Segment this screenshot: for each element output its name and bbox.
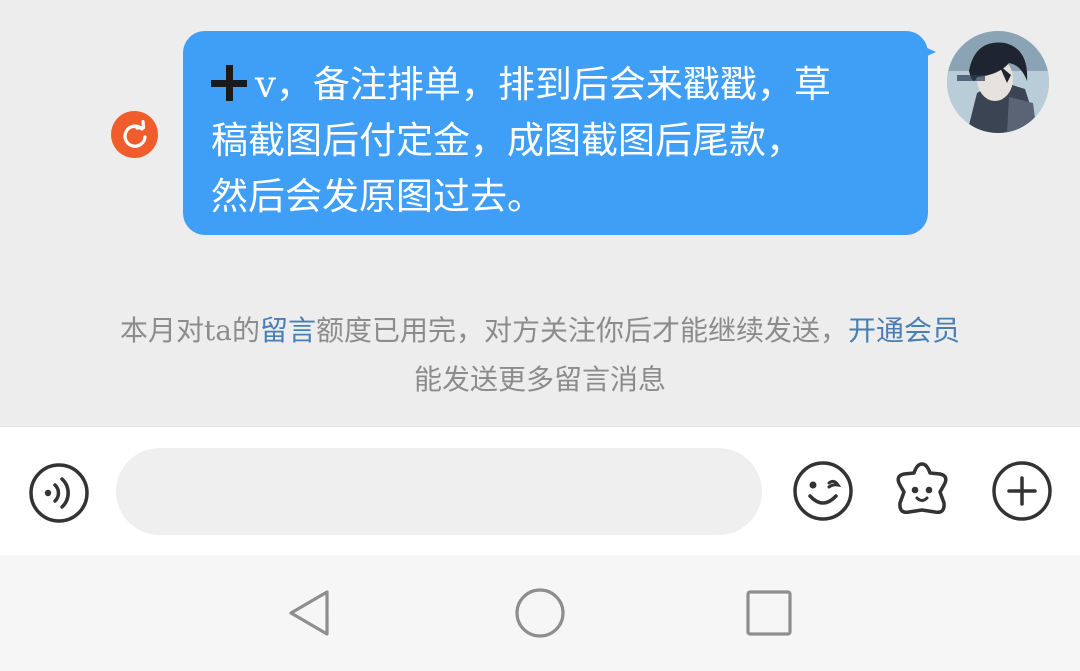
message-line-3: 然后会发原图过去。 <box>211 175 544 218</box>
more-button[interactable] <box>991 460 1053 522</box>
notice-text-3: 能发送更多留言消息 <box>413 363 666 396</box>
message-input[interactable] <box>116 448 762 535</box>
message-bubble[interactable]: v，备注排单，排到后会来戳戳，草 稿截图后付定金，成图截图后尾款， 然后会发原图… <box>183 31 928 235</box>
nav-home-button[interactable] <box>514 587 566 639</box>
home-circle-icon <box>515 588 565 638</box>
quota-notice: 本月对ta的留言额度已用完，对方关注你后才能继续发送，开通会员能发送更多留言消息 <box>110 306 970 404</box>
message-line-2: 稿截图后付定金，成图截图后尾款， <box>211 119 803 162</box>
nav-recent-button[interactable] <box>745 589 793 637</box>
voice-button[interactable] <box>28 462 90 524</box>
bubble-tail <box>914 42 936 62</box>
message-line-1: v，备注排单，排到后会来戳戳，草 <box>211 57 908 113</box>
emoji-button[interactable] <box>792 460 854 522</box>
voice-icon <box>29 463 89 523</box>
vip-link[interactable]: 开通会员 <box>848 314 960 347</box>
emoji-icon <box>793 461 853 521</box>
plus-emoji-icon <box>211 65 247 101</box>
notice-text-1: 本月对ta的 <box>120 314 260 347</box>
refresh-icon <box>122 119 147 148</box>
message-link[interactable]: 留言 <box>260 314 316 347</box>
nav-back-button[interactable] <box>285 587 335 639</box>
notice-text-2: 额度已用完，对方关注你后才能继续发送， <box>315 314 848 347</box>
message-text-1: v，备注排单，排到后会来戳戳，草 <box>255 63 831 106</box>
sticker-button[interactable] <box>889 458 955 524</box>
plus-icon <box>992 461 1052 521</box>
resend-button[interactable] <box>111 111 158 158</box>
back-triangle-icon <box>289 590 329 636</box>
sticker-icon <box>896 462 948 515</box>
avatar[interactable] <box>947 31 1049 133</box>
recent-square-icon <box>746 590 792 636</box>
avatar-illustration <box>947 31 1049 133</box>
